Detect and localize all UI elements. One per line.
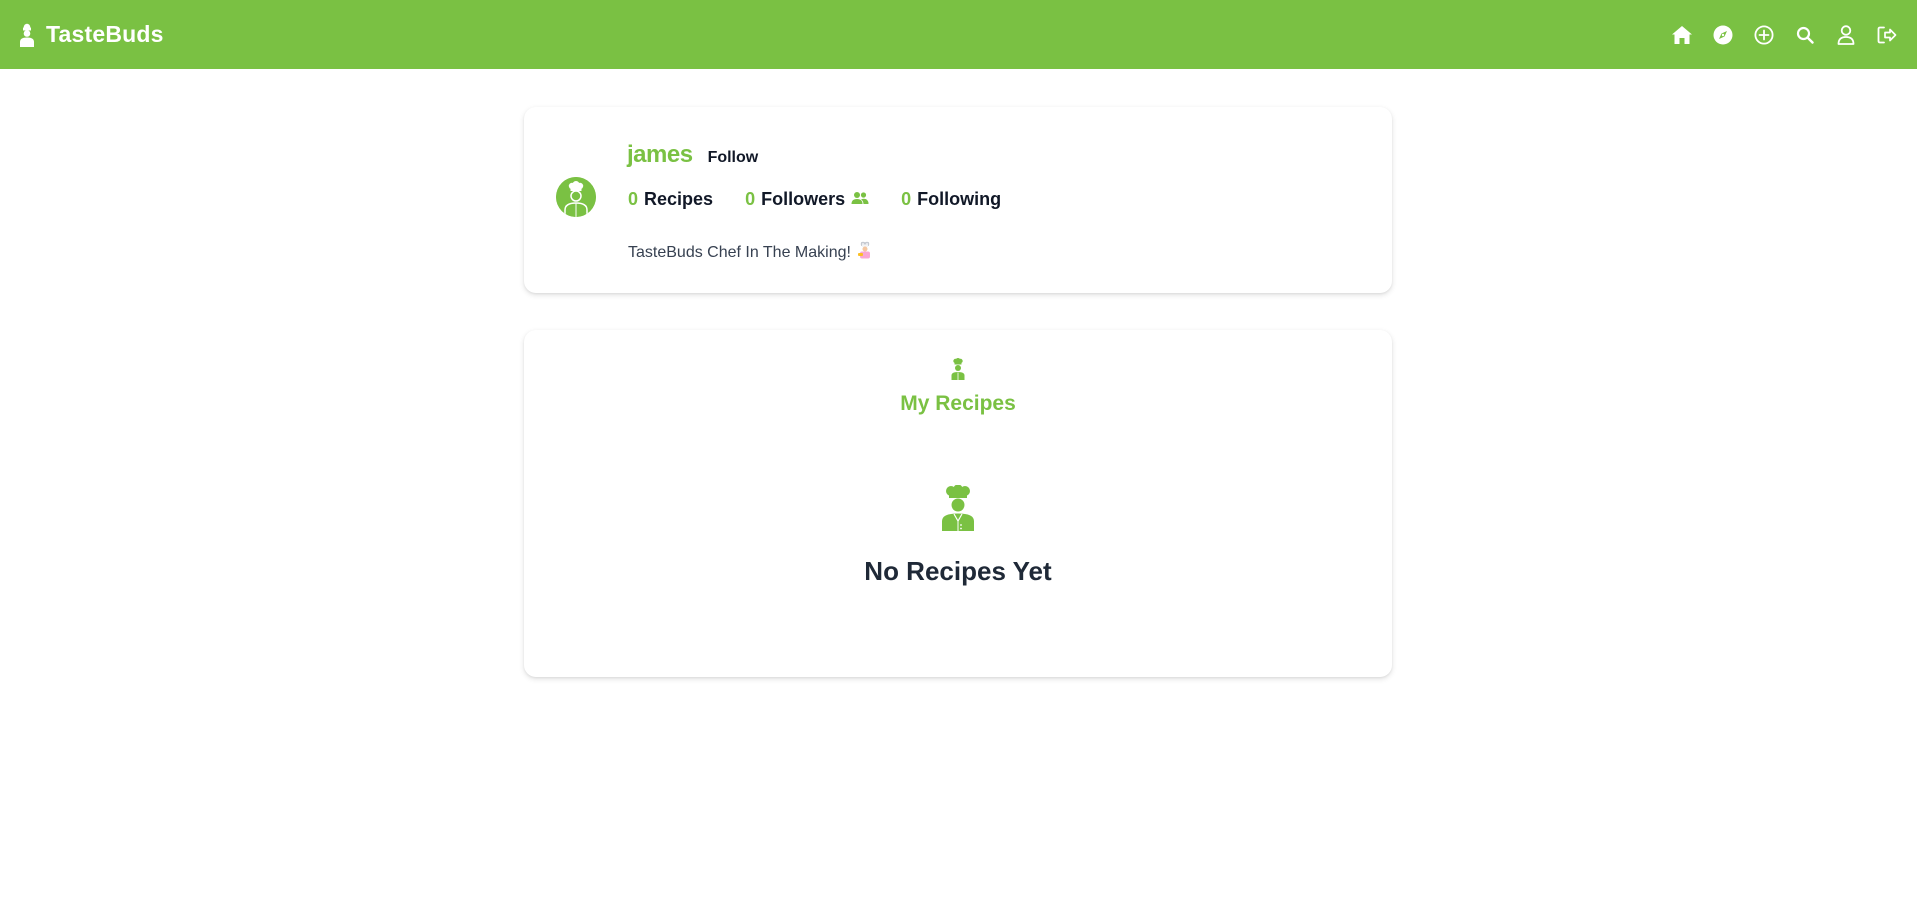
home-icon[interactable] (1670, 23, 1694, 47)
stat-following[interactable]: 0 Following (901, 189, 1001, 210)
search-icon[interactable] (1793, 23, 1817, 47)
bio-text: TasteBuds Chef In The Making! (628, 243, 851, 261)
top-navbar: TasteBuds (0, 0, 1917, 69)
recipes-label: Recipes (644, 189, 714, 209)
profile-stats: 0 Recipes 0 Followers 0 Following (628, 189, 1001, 210)
recipes-count: 0 (628, 189, 639, 209)
empty-state-message: No Recipes Yet (864, 556, 1052, 586)
followers-label: Followers (761, 189, 846, 209)
logout-icon[interactable] (1875, 23, 1899, 47)
followers-count: 0 (745, 189, 756, 209)
users-icon (851, 189, 869, 210)
brand-logo[interactable]: TasteBuds (18, 21, 164, 48)
username: james (627, 141, 693, 168)
username-row: james Follow (627, 141, 758, 169)
explore-icon[interactable] (1711, 23, 1735, 47)
profile-icon[interactable] (1834, 23, 1858, 47)
add-recipe-icon[interactable] (1752, 23, 1776, 47)
chef-avatar-icon (556, 177, 596, 217)
profile-card: james Follow 0 Recipes 0 Followers 0 Fol… (524, 107, 1392, 293)
stat-recipes[interactable]: 0 Recipes (628, 189, 713, 210)
cook-emoji-icon (857, 241, 873, 264)
following-count: 0 (901, 189, 912, 209)
following-label: Following (917, 189, 1002, 209)
follow-button[interactable]: Follow (708, 149, 759, 167)
chef-section-icon (951, 358, 965, 385)
nav-icons (1670, 23, 1899, 47)
stat-followers[interactable]: 0 Followers (745, 189, 869, 210)
recipes-card: My Recipes No Recipes Yet (524, 330, 1392, 677)
chef-empty-icon (941, 484, 975, 536)
profile-bio: TasteBuds Chef In The Making! (628, 241, 873, 264)
section-title: My Recipes (900, 392, 1016, 415)
avatar (556, 177, 596, 217)
chef-logo-icon (18, 23, 36, 47)
brand-name: TasteBuds (46, 21, 164, 47)
